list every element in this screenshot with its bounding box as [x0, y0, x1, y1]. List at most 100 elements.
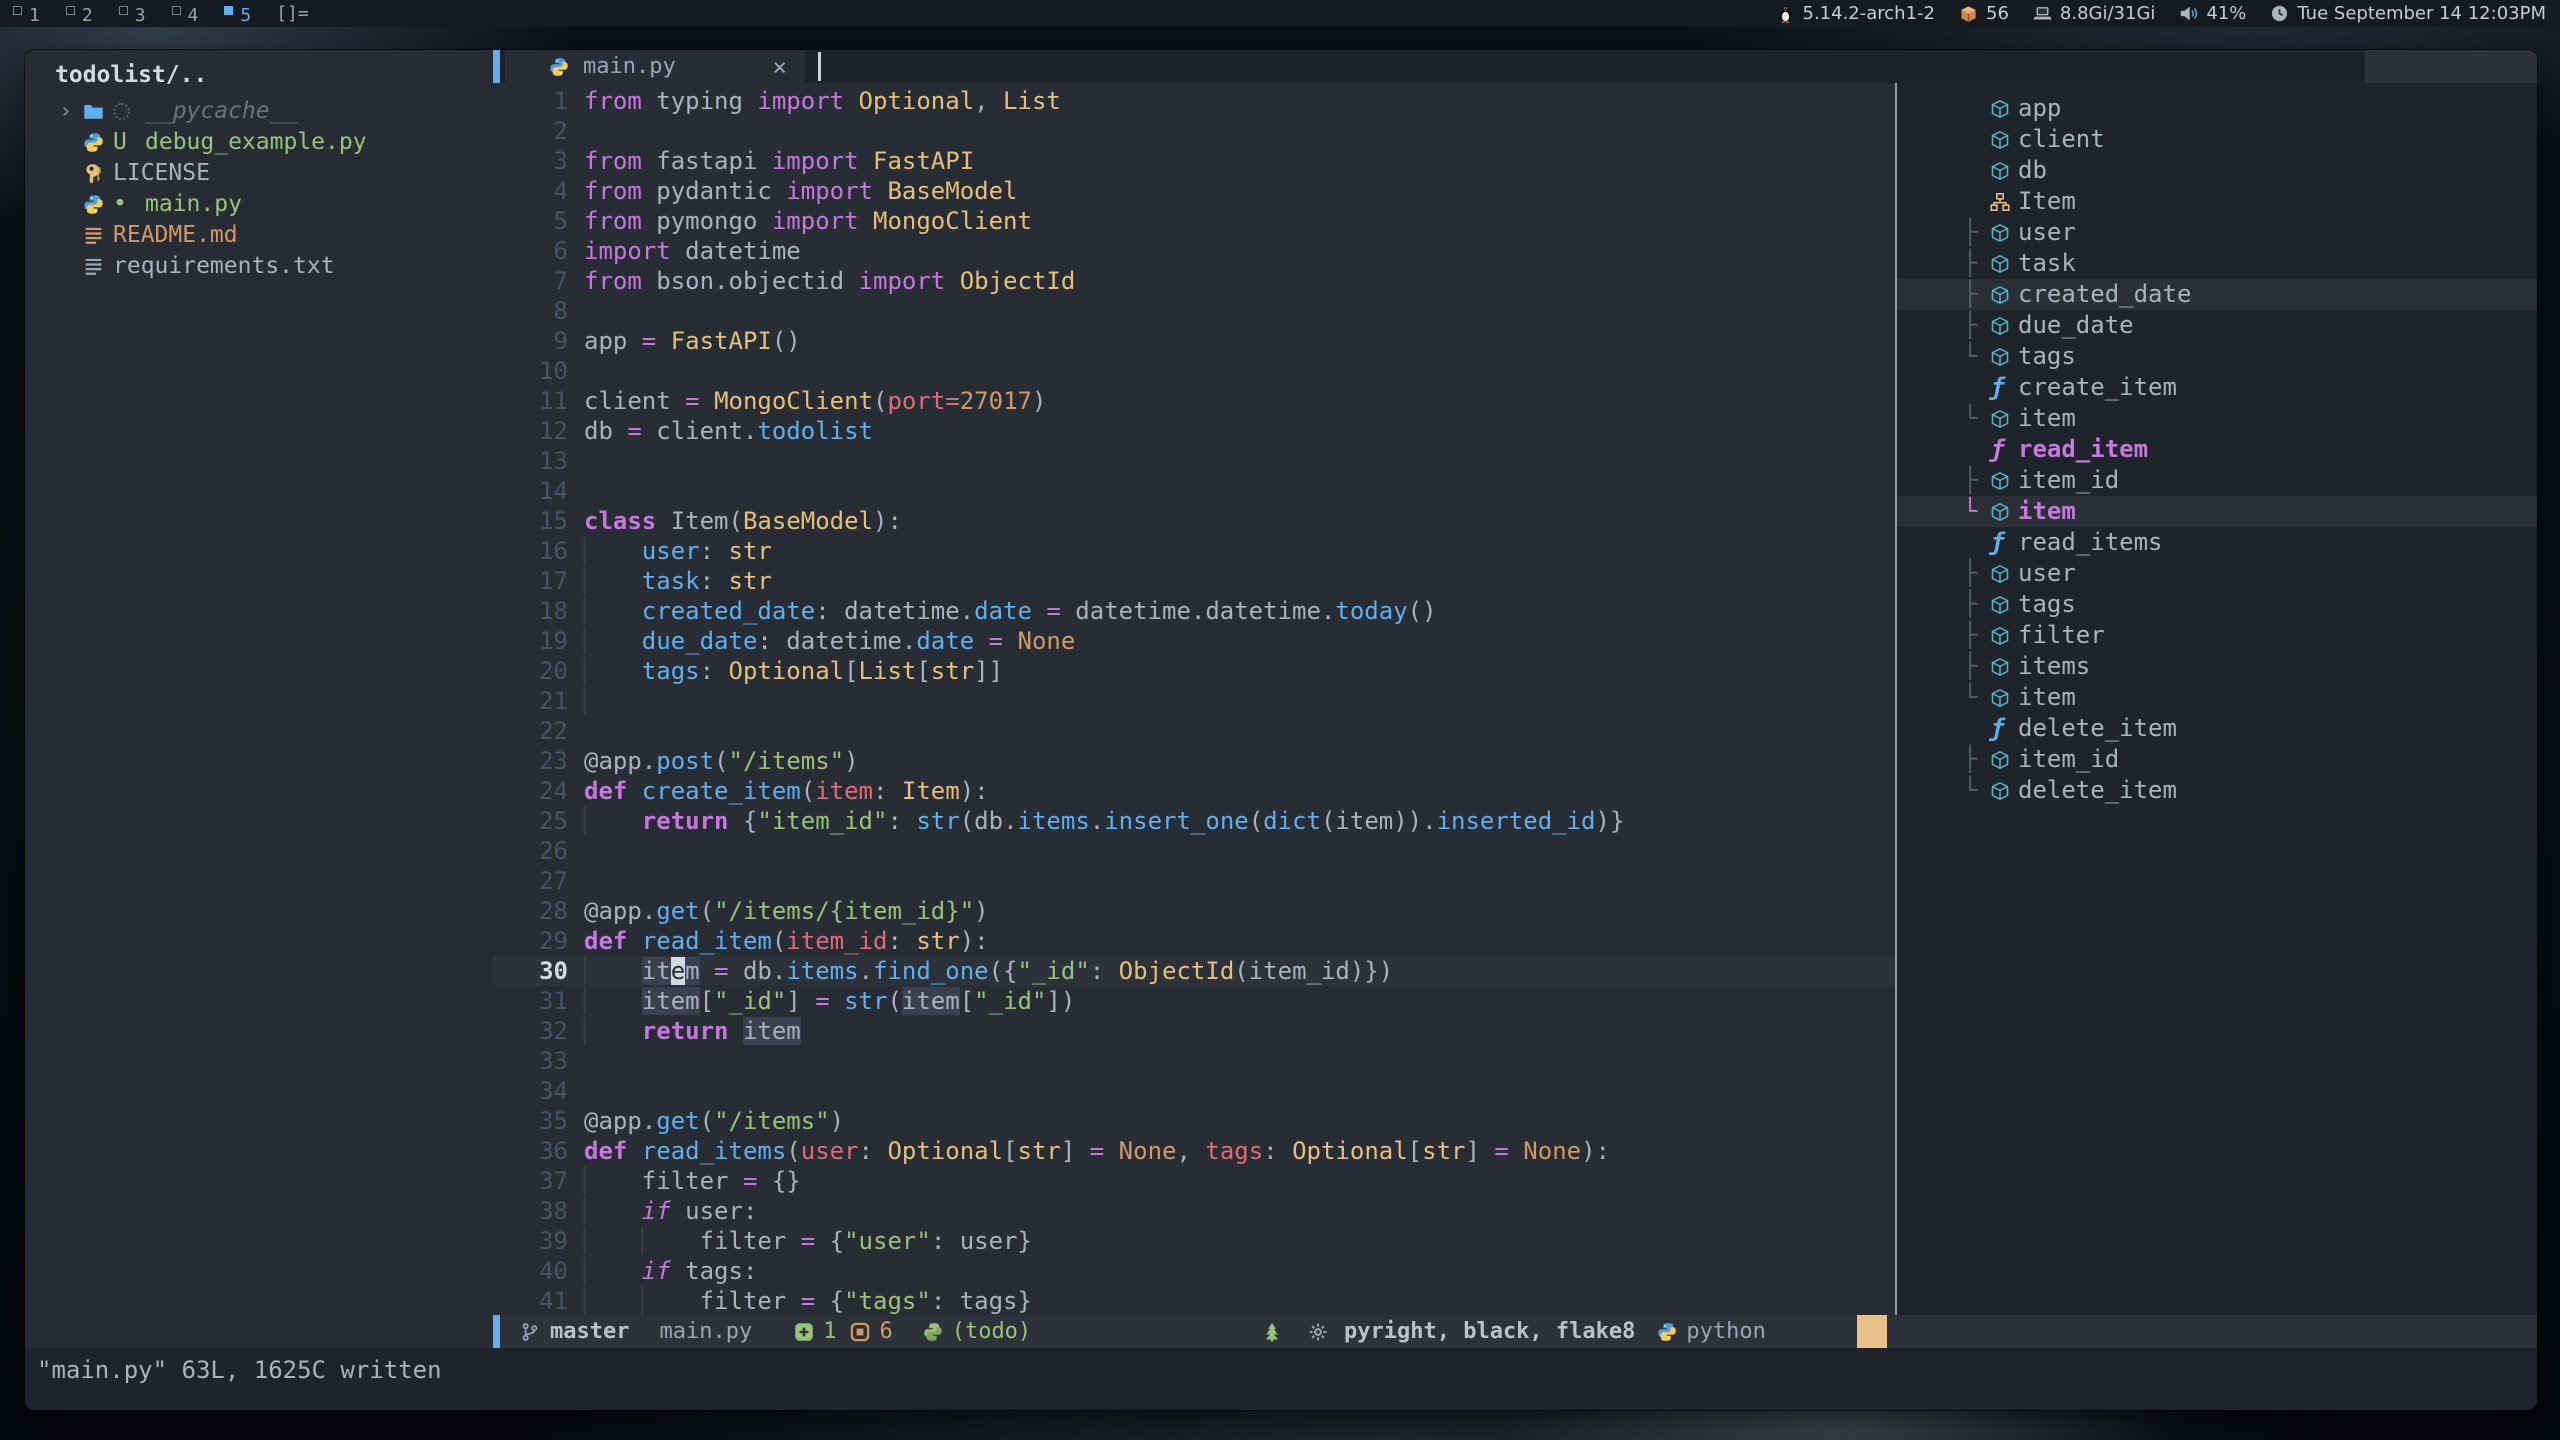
tree-connector: ├ [1963, 620, 1990, 651]
line-number: 21 [493, 686, 584, 716]
workspace-1[interactable]: 1 [0, 2, 53, 29]
outline-item-filter[interactable]: ├filter [1897, 620, 2537, 651]
workspace-2[interactable]: 2 [53, 2, 106, 29]
code-token: BaseModel [873, 177, 1018, 205]
close-icon[interactable]: × [773, 53, 787, 81]
code-token: = [945, 387, 959, 415]
code-token: = [1046, 597, 1060, 625]
outline-item-read_items[interactable]: ƒread_items [1897, 527, 2537, 558]
line-number: 10 [493, 356, 584, 386]
code-token: client [584, 387, 685, 415]
file-tree-item-__pycache__[interactable]: ›__pycache__ [25, 96, 493, 127]
symbol-name: item [2018, 403, 2076, 434]
code-token: FastAPI [671, 327, 772, 355]
outline-item-user[interactable]: ├user [1897, 558, 2537, 589]
venv-name: (todo) [952, 1319, 1031, 1344]
outline-item-item[interactable]: └item [1897, 496, 2537, 527]
code-editor[interactable]: 1from typing import Optional, List23from… [493, 83, 1895, 1315]
code-token: import [859, 267, 946, 295]
symbol-name: item_id [2018, 465, 2119, 496]
code-token: "tags" [844, 1287, 931, 1315]
file-tree-item-main.py[interactable]: •main.py [25, 189, 493, 220]
line-number: 3 [493, 146, 584, 176]
workspace-indicator [119, 6, 128, 15]
workspace-3[interactable]: 3 [106, 2, 159, 29]
tab-main-py[interactable]: main.py × [505, 50, 805, 83]
code-token [700, 957, 714, 985]
code-token: if [642, 1257, 671, 1285]
code-line-5: 5from pymongo import MongoClient [493, 206, 1895, 236]
code-token: = [801, 1287, 815, 1315]
code-token: def [584, 1137, 642, 1165]
code-token: : [1090, 957, 1119, 985]
outline-item-app[interactable]: app [1897, 93, 2537, 124]
code-line-37: 37▏ filter = {} [493, 1166, 1895, 1196]
code-token: "_id" [1018, 957, 1090, 985]
tree-connector: └ [1963, 341, 1990, 372]
workspace-5[interactable]: 5 [211, 2, 264, 29]
code-token: ( [700, 897, 714, 925]
line-text: @app.get("/items/{item_id}") [584, 896, 989, 926]
line-text: ▏ task: str [584, 566, 772, 596]
layout-symbol[interactable]: []= [264, 3, 321, 24]
outline-item-delete_item[interactable]: └delete_item [1897, 775, 2537, 806]
line-number: 31 [493, 986, 584, 1016]
code-token: ( [801, 777, 815, 805]
variable-icon [1990, 471, 2018, 491]
code-token: : tags} [931, 1287, 1032, 1315]
tree-connector: ├ [1963, 589, 1990, 620]
code-token: . [859, 957, 873, 985]
python-icon [549, 57, 569, 77]
outline-item-client[interactable]: client [1897, 124, 2537, 155]
git-branch[interactable]: master [550, 1319, 629, 1344]
outline-item-read_item[interactable]: ƒread_item [1897, 434, 2537, 465]
workspace-label: 2 [82, 2, 93, 29]
line-number: 41 [493, 1286, 584, 1315]
git-ignored-icon [113, 103, 145, 120]
outline-item-create_item[interactable]: ƒcreate_item [1897, 372, 2537, 403]
outline-item-created_date[interactable]: ├created_date [1897, 279, 2537, 310]
outline-item-due_date[interactable]: ├due_date [1897, 310, 2537, 341]
command-line[interactable]: "main.py" 63L, 1625C written [25, 1348, 2537, 1410]
line-text: ▏ due_date: datetime.date = None [584, 626, 1075, 656]
outline-item-items[interactable]: ├items [1897, 651, 2537, 682]
outline-item-db[interactable]: db [1897, 155, 2537, 186]
symbol-name: task [2018, 248, 2076, 279]
statusline-filename: main.py [659, 1319, 752, 1344]
git-status-mark: • [113, 189, 145, 220]
code-token: ] [786, 987, 815, 1015]
outline-item-item_id[interactable]: ├item_id [1897, 465, 2537, 496]
code-token: bson.objectid [642, 267, 859, 295]
line-number: 20 [493, 656, 584, 686]
file-tree-item-README.md[interactable]: README.md [25, 220, 493, 251]
code-line-16: 16▏ user: str [493, 536, 1895, 566]
tree-connector: ├ [1963, 248, 1990, 279]
workspace-4[interactable]: 4 [159, 2, 212, 29]
file-tree-item-LICENSE[interactable]: LICENSE [25, 158, 493, 189]
code-token: ( [786, 1137, 800, 1165]
tree-connector: └ [1963, 775, 1990, 806]
desktop: { "palette":{"accent_blue":"#61afef","gr… [0, 0, 2560, 1440]
code-token: ▏ [584, 1167, 642, 1195]
diff-changed-count: 6 [879, 1319, 892, 1344]
python-venv-icon [923, 1322, 943, 1342]
outline-item-task[interactable]: ├ task [1897, 248, 2537, 279]
file-tree-item-debug_example.py[interactable]: Udebug_example.py [25, 127, 493, 158]
outline-item-tags[interactable]: └tags [1897, 341, 2537, 372]
outline-item-delete_item[interactable]: ƒdelete_item [1897, 713, 2537, 744]
outline-item-item[interactable]: └item [1897, 682, 2537, 713]
line-text: app = FastAPI() [584, 326, 801, 356]
code-token: post [656, 747, 714, 775]
file-tree-root[interactable]: todolist/.. [25, 50, 493, 96]
variable-icon [1990, 130, 2018, 150]
outline-item-item_id[interactable]: ├item_id [1897, 744, 2537, 775]
code-token: MongoClient [859, 207, 1032, 235]
file-tree-item-requirements.txt[interactable]: requirements.txt [25, 251, 493, 282]
outline-item-item[interactable]: └item [1897, 403, 2537, 434]
line-text: def read_item(item_id: str): [584, 926, 989, 956]
code-token: items [786, 957, 858, 985]
outline-item-tags[interactable]: ├tags [1897, 589, 2537, 620]
outline-item-Item[interactable]: Item [1897, 186, 2537, 217]
outline-item-user[interactable]: ├user [1897, 217, 2537, 248]
symbol-name: user [2018, 558, 2076, 589]
